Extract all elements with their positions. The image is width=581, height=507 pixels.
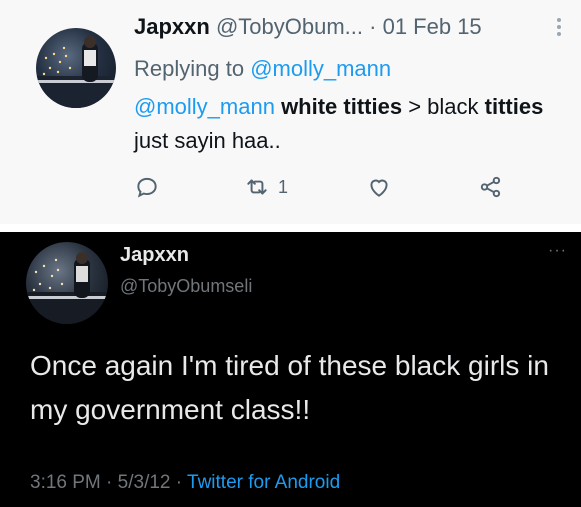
replying-prefix: Replying to (134, 56, 245, 81)
share-button[interactable] (478, 174, 504, 200)
action-bar: 1 (134, 174, 534, 204)
body-mention[interactable]: @molly_mann (134, 94, 275, 119)
share-icon (478, 174, 504, 200)
reply-icon (134, 174, 160, 200)
tweet-time[interactable]: 3:16 PM (30, 472, 101, 493)
tweet-text: @molly_mann white titties > black tittie… (134, 90, 564, 158)
body-text-1: > black (402, 94, 485, 119)
more-icon[interactable]: ··· (548, 242, 567, 260)
body-bold-1: white titties (281, 94, 403, 119)
display-name[interactable]: Japxxn (120, 244, 189, 267)
avatar[interactable] (26, 242, 108, 324)
heart-icon (366, 174, 392, 200)
reply-button[interactable] (134, 174, 160, 200)
display-name[interactable]: Japxxn (134, 14, 210, 39)
handle[interactable]: @TobyObumseli (120, 276, 252, 297)
replying-to: Replying to @molly_mann (134, 56, 391, 82)
retweet-count: 1 (278, 176, 289, 197)
avatar[interactable] (36, 28, 116, 108)
tweet-source[interactable]: Twitter for Android (187, 472, 340, 493)
separator: · (369, 14, 377, 39)
retweet-icon (244, 174, 270, 200)
tweet-date[interactable]: 01 Feb 15 (383, 14, 482, 39)
handle[interactable]: @TobyObum... (216, 14, 363, 39)
tweet-text: Once again I'm tired of these black girl… (30, 350, 549, 425)
meta-separator: · (170, 472, 188, 493)
meta-separator: · (100, 472, 118, 493)
replying-mention[interactable]: @molly_mann (250, 56, 391, 81)
vertical-ellipsis-icon[interactable] (554, 14, 564, 46)
tweet-dark: Japxxn @TobyObumseli ··· Once again I'm … (0, 232, 581, 507)
body-bold-2: titties (484, 94, 544, 119)
tweet-date[interactable]: 5/3/12 (118, 472, 171, 493)
tweet-meta: 3:16 PM · 5/3/12 · Twitter for Android (30, 472, 340, 494)
like-button[interactable] (366, 174, 392, 200)
body-text-2: just sayin haa.. (134, 128, 281, 153)
retweet-button[interactable]: 1 (244, 174, 288, 200)
tweet-header: Japxxn @TobyObum... · 01 Feb 15 (134, 14, 564, 48)
tweet-light: Japxxn @TobyObum... · 01 Feb 15 Replying… (0, 0, 581, 224)
